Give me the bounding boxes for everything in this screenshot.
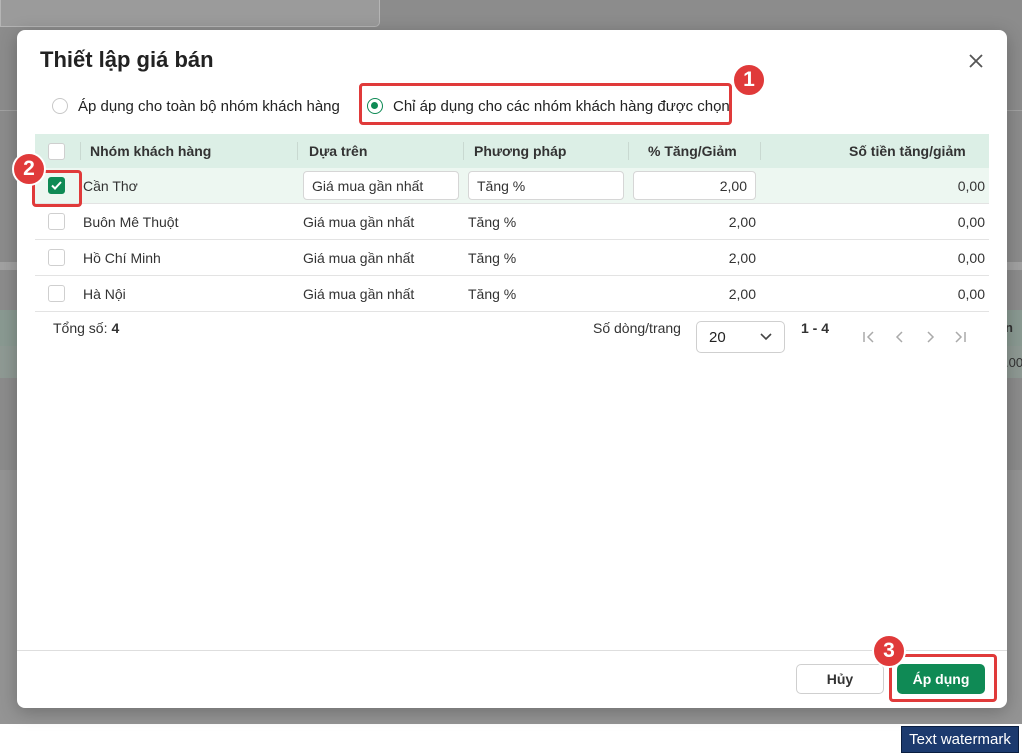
header-based-on: Dựa trên <box>309 143 368 159</box>
select-all-cell <box>48 134 65 168</box>
percent-input[interactable]: 2,00 <box>633 171 756 200</box>
background-cell-text: .00 <box>1005 355 1022 370</box>
last-page-icon[interactable] <box>952 329 968 345</box>
close-icon[interactable] <box>965 50 987 72</box>
cell-amount: 0,00 <box>957 177 985 194</box>
row-checkbox-cell <box>48 240 65 275</box>
footer-divider <box>17 650 1007 651</box>
highlight-box-step1 <box>359 83 732 125</box>
cell-method: Tăng % <box>468 213 517 230</box>
table-header: Nhóm khách hàng Dựa trên Phương pháp % T… <box>35 134 989 168</box>
step-badge-2: 2 <box>12 152 46 186</box>
cell-amount: 0,00 <box>957 213 985 230</box>
header-percent: % Tăng/Giảm <box>648 143 737 159</box>
table-row[interactable]: Buôn Mê Thuột Giá mua gần nhất Tăng % 2,… <box>35 204 989 240</box>
table-row[interactable]: Hà Nội Giá mua gần nhất Tăng % 2,00 0,00 <box>35 276 989 312</box>
column-separator <box>297 142 298 160</box>
row-checkbox-cell <box>48 204 65 239</box>
rows-per-page-value: 20 <box>709 328 726 346</box>
row-checkbox-cell <box>48 276 65 311</box>
select-all-checkbox[interactable] <box>48 142 65 160</box>
row-checkbox[interactable] <box>48 213 65 230</box>
price-setup-dialog: Thiết lập giá bán Áp dụng cho toàn bộ nh… <box>12 30 1007 708</box>
cell-percent: 2,00 <box>728 285 756 302</box>
radio-apply-all[interactable]: Áp dụng cho toàn bộ nhóm khách hàng <box>52 94 340 118</box>
cell-based-on: Giá mua gần nhất <box>303 213 415 230</box>
cell-percent: 2,00 <box>728 213 756 230</box>
total-label: Tổng số: <box>53 320 108 336</box>
step-badge-3: 3 <box>872 634 906 668</box>
table-row[interactable]: Hồ Chí Minh Giá mua gần nhất Tăng % 2,00… <box>35 240 989 276</box>
total-count: Tổng số: 4 <box>53 320 119 336</box>
cell-method: Tăng % <box>468 249 517 266</box>
row-checkbox[interactable] <box>48 285 65 302</box>
cell-based-on: Giá mua gần nhất <box>303 285 415 302</box>
background-input <box>0 0 380 27</box>
method-input[interactable]: Tăng % <box>468 171 624 200</box>
chevron-down-icon <box>760 333 772 341</box>
cell-amount: 0,00 <box>957 249 985 266</box>
cell-group: Cần Thơ <box>83 177 138 194</box>
first-page-icon[interactable] <box>861 329 877 345</box>
cell-group: Buôn Mê Thuột <box>83 213 179 230</box>
radio-apply-all-label: Áp dụng cho toàn bộ nhóm khách hàng <box>78 97 340 115</box>
previous-page-icon[interactable] <box>892 329 908 345</box>
cancel-button[interactable]: Hủy <box>796 664 884 694</box>
next-page-icon[interactable] <box>922 329 938 345</box>
cell-percent: 2,00 <box>728 249 756 266</box>
cell-method: Tăng % <box>468 285 517 302</box>
cell-group: Hà Nội <box>83 285 126 302</box>
page-range: 1 - 4 <box>801 320 830 336</box>
header-amount: Số tiền tăng/giảm <box>849 143 966 159</box>
cell-amount: 0,00 <box>957 285 985 302</box>
text-watermark: Text watermark <box>901 726 1019 753</box>
cell-based-on: Giá mua gần nhất <box>303 249 415 266</box>
header-method: Phương pháp <box>474 143 567 159</box>
customer-group-table: Nhóm khách hàng Dựa trên Phương pháp % T… <box>35 134 989 312</box>
dialog-title: Thiết lập giá bán <box>40 47 214 72</box>
row-checkbox[interactable] <box>48 249 65 266</box>
total-value: 4 <box>111 320 120 336</box>
column-separator <box>628 142 629 160</box>
step-badge-1: 1 <box>732 63 766 97</box>
cell-group: Hồ Chí Minh <box>83 249 161 266</box>
rows-per-page-label: Số dòng/trang <box>593 320 681 336</box>
based-on-input[interactable]: Giá mua gần nhất <box>303 171 459 200</box>
rows-per-page-select[interactable]: 20 <box>696 321 785 353</box>
highlight-box-step3 <box>889 654 997 702</box>
column-separator <box>80 142 81 160</box>
table-row[interactable]: Cần Thơ Giá mua gần nhất Tăng % 2,00 0,0… <box>35 168 989 204</box>
header-group: Nhóm khách hàng <box>90 143 212 159</box>
column-separator <box>463 142 464 160</box>
radio-button[interactable] <box>52 98 68 114</box>
column-separator <box>760 142 761 160</box>
